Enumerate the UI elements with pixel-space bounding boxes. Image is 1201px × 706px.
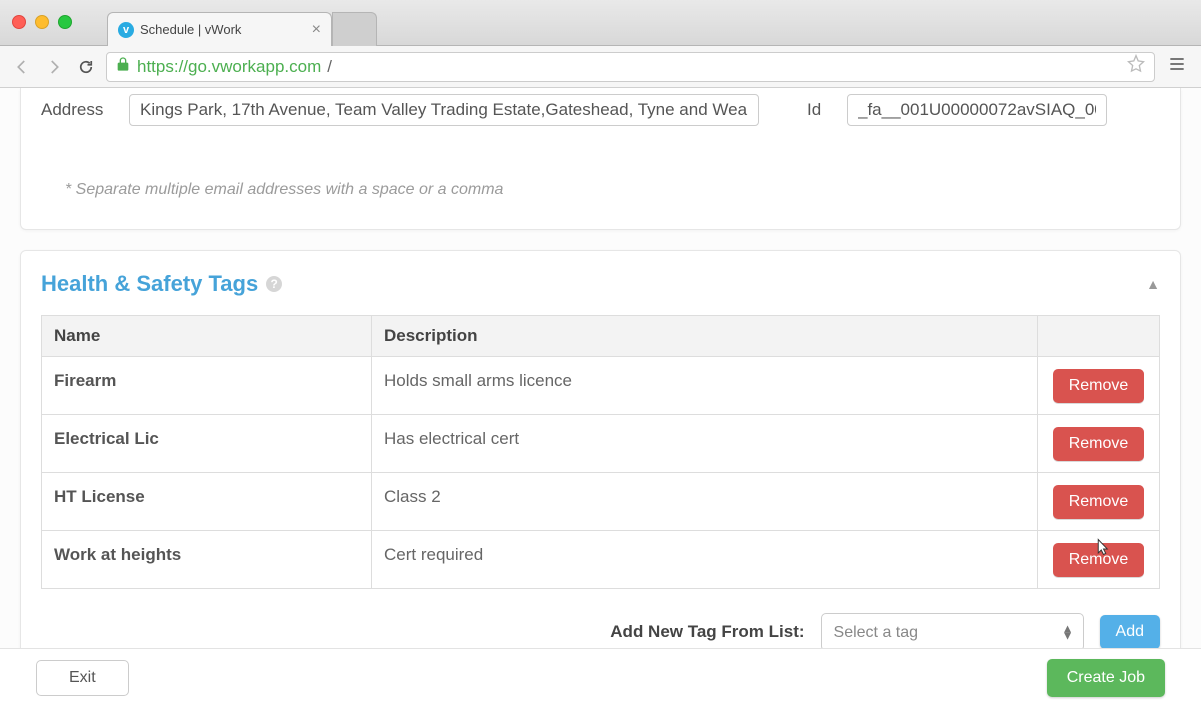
lock-icon xyxy=(115,56,131,77)
table-row: Work at heights Cert required Remove xyxy=(42,531,1160,589)
page-content: Address Id * Separate multiple email add… xyxy=(0,88,1201,648)
browser-tab[interactable]: v Schedule | vWork × xyxy=(107,12,332,46)
tab-title: Schedule | vWork xyxy=(140,22,306,37)
browser-tab-strip: v Schedule | vWork × xyxy=(0,0,1201,46)
tag-description: Class 2 xyxy=(372,473,1038,531)
tag-description: Has electrical cert xyxy=(372,415,1038,473)
table-header-row: Name Description xyxy=(42,316,1160,357)
tag-select-wrap: Select a tag ▲▼ xyxy=(821,613,1084,648)
url-host: https://go.vworkapp.com xyxy=(137,57,321,77)
tag-name: Electrical Lic xyxy=(42,415,372,473)
id-input[interactable] xyxy=(847,94,1107,126)
tag-select[interactable]: Select a tag xyxy=(821,613,1084,648)
id-label: Id xyxy=(807,100,827,120)
tag-name: HT License xyxy=(42,473,372,531)
tag-name: Firearm xyxy=(42,357,372,415)
tag-description: Cert required xyxy=(372,531,1038,589)
create-job-button[interactable]: Create Job xyxy=(1047,659,1165,697)
section-title-text: Health & Safety Tags xyxy=(41,271,258,297)
window-minimize-icon[interactable] xyxy=(35,15,49,29)
collapse-caret-icon[interactable]: ▲ xyxy=(1146,276,1160,292)
url-path: / xyxy=(327,57,332,77)
help-icon[interactable]: ? xyxy=(266,276,282,292)
tag-name: Work at heights xyxy=(42,531,372,589)
window-close-icon[interactable] xyxy=(12,15,26,29)
remove-button[interactable]: Remove xyxy=(1053,543,1145,577)
col-name: Name xyxy=(42,316,372,357)
reload-button[interactable] xyxy=(74,55,98,79)
window-zoom-icon[interactable] xyxy=(58,15,72,29)
table-row: Firearm Holds small arms licence Remove xyxy=(42,357,1160,415)
add-button[interactable]: Add xyxy=(1100,615,1160,648)
address-bar[interactable]: https://go.vworkapp.com / xyxy=(106,52,1155,82)
new-tab-button[interactable] xyxy=(332,12,377,46)
address-label: Address xyxy=(41,100,109,120)
remove-button[interactable]: Remove xyxy=(1053,427,1145,461)
footer-bar: Exit Create Job xyxy=(0,648,1201,706)
window-controls xyxy=(12,15,72,29)
bookmark-star-icon[interactable] xyxy=(1126,54,1146,79)
exit-button[interactable]: Exit xyxy=(36,660,129,696)
email-helper-text: * Separate multiple email addresses with… xyxy=(65,181,1160,199)
section-title: Health & Safety Tags ? xyxy=(41,271,282,297)
tags-table: Name Description Firearm Holds small arm… xyxy=(41,315,1160,589)
col-action xyxy=(1038,316,1160,357)
table-row: HT License Class 2 Remove xyxy=(42,473,1160,531)
health-safety-panel: Health & Safety Tags ? ▲ Name Descriptio… xyxy=(20,250,1181,648)
add-tag-label: Add New Tag From List: xyxy=(610,622,804,642)
forward-button[interactable] xyxy=(42,55,66,79)
tab-close-icon[interactable]: × xyxy=(312,22,321,38)
details-panel: Address Id * Separate multiple email add… xyxy=(20,88,1181,230)
tag-description: Holds small arms licence xyxy=(372,357,1038,415)
remove-button[interactable]: Remove xyxy=(1053,485,1145,519)
tab-favicon-icon: v xyxy=(118,22,134,38)
table-row: Electrical Lic Has electrical cert Remov… xyxy=(42,415,1160,473)
col-description: Description xyxy=(372,316,1038,357)
browser-toolbar: https://go.vworkapp.com / xyxy=(0,46,1201,88)
add-tag-row: Add New Tag From List: Select a tag ▲▼ A… xyxy=(41,613,1160,648)
back-button[interactable] xyxy=(10,55,34,79)
browser-menu-icon[interactable] xyxy=(1163,54,1191,79)
address-input[interactable] xyxy=(129,94,759,126)
remove-button[interactable]: Remove xyxy=(1053,369,1145,403)
address-row: Address Id xyxy=(41,88,1160,126)
